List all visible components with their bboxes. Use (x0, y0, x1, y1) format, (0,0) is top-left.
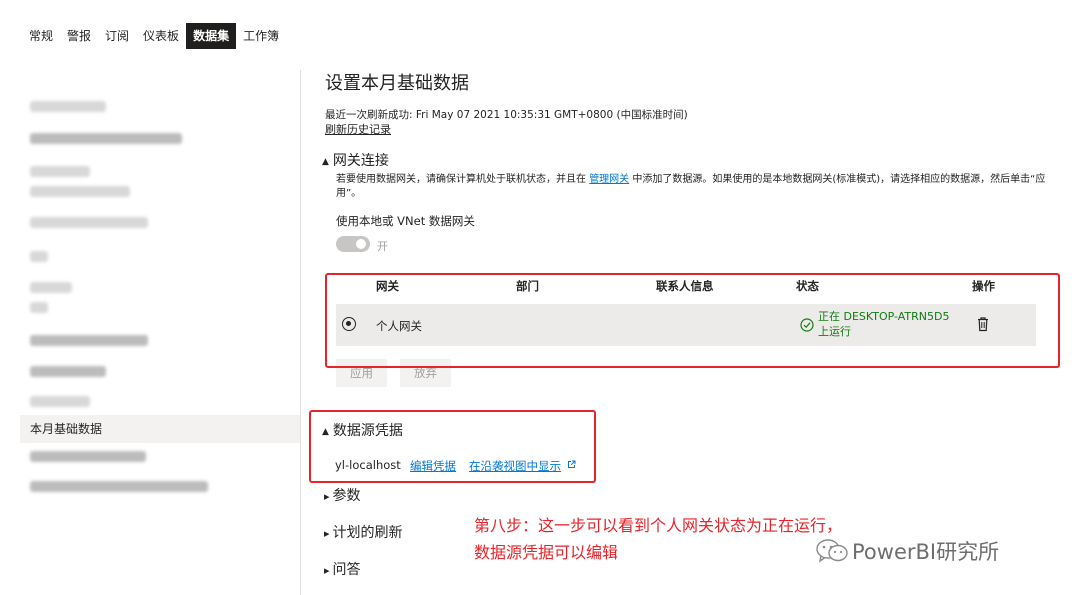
panel-divider (300, 70, 301, 595)
collapse-caret-icon: ▲ (322, 157, 329, 167)
blurred-dataset-item[interactable] (30, 217, 148, 228)
dataset-list: 本月基础数据 (20, 70, 300, 595)
blurred-dataset-item[interactable] (30, 251, 48, 262)
blurred-dataset-item[interactable] (30, 481, 208, 492)
last-refresh-status: 最近一次刷新成功: Fri May 07 2021 10:35:31 GMT+0… (325, 109, 688, 121)
gateway-highlight-box (325, 273, 1060, 368)
credentials-highlight-box (309, 410, 596, 483)
manage-gateways-link[interactable]: 管理网关 (589, 174, 629, 185)
blurred-dataset-item[interactable] (30, 451, 146, 462)
parameters-section-title: 参数 (332, 488, 361, 504)
gateway-description: 若要使用数据网关，请确保计算机处于联机状态，并且在 管理网关 中添加了数据源。如… (336, 173, 1051, 201)
blurred-dataset-item[interactable] (30, 133, 182, 144)
refresh-history-link[interactable]: 刷新历史记录 (325, 121, 391, 137)
step-annotation: 第八步：这一步可以看到个人网关状态为正在运行， 数据源凭据可以编辑 (474, 512, 842, 566)
expand-caret-icon: ▸ (324, 527, 330, 540)
wechat-icon (816, 539, 848, 563)
tab-alerts[interactable]: 警报 (60, 23, 98, 49)
vnet-gateway-label: 使用本地或 VNet 数据网关 (336, 214, 475, 228)
blurred-dataset-item[interactable] (30, 302, 48, 313)
blurred-dataset-item[interactable] (30, 101, 106, 112)
gateway-section-header[interactable]: ▲ 网关连接 (322, 150, 389, 170)
blurred-dataset-item[interactable] (30, 366, 106, 377)
annotation-line-2: 数据源凭据可以编辑 (474, 543, 619, 562)
blurred-dataset-item[interactable] (30, 186, 130, 197)
page-title: 设置本月基础数据 (325, 73, 469, 94)
tab-workbooks[interactable]: 工作簿 (236, 23, 286, 49)
parameters-section-header[interactable]: ▸ 参数 (324, 485, 361, 505)
tab-dashboards[interactable]: 仪表板 (136, 23, 186, 49)
scheduled-refresh-section-title: 计划的刷新 (332, 525, 403, 541)
settings-tab-bar: 常规 警报 订阅 仪表板 数据集 工作簿 (22, 23, 286, 49)
gateway-section-title: 网关连接 (332, 153, 389, 169)
toggle-state-label: 开 (377, 240, 388, 253)
expand-caret-icon: ▸ (324, 564, 330, 577)
tab-general[interactable]: 常规 (22, 23, 60, 49)
scheduled-refresh-section-header[interactable]: ▸ 计划的刷新 (324, 522, 403, 542)
blurred-dataset-item[interactable] (30, 166, 90, 177)
qa-section-header[interactable]: ▸ 问答 (324, 559, 361, 579)
expand-caret-icon: ▸ (324, 490, 330, 503)
sidebar-item-selected-dataset[interactable]: 本月基础数据 (20, 415, 300, 443)
gateway-toggle[interactable] (336, 236, 370, 252)
annotation-line-1: 第八步：这一步可以看到个人网关状态为正在运行， (474, 516, 843, 535)
toggle-knob (356, 239, 366, 249)
qa-section-title: 问答 (332, 562, 361, 578)
watermark-text: PowerBI研究所 (852, 540, 1000, 564)
gateway-desc-text: 若要使用数据网关，请确保计算机处于联机状态，并且在 (336, 174, 590, 185)
blurred-dataset-item[interactable] (30, 335, 148, 346)
tab-datasets[interactable]: 数据集 (186, 23, 237, 49)
blurred-dataset-item[interactable] (30, 396, 90, 407)
blurred-dataset-item[interactable] (30, 282, 72, 293)
tab-subscriptions[interactable]: 订阅 (98, 23, 136, 49)
